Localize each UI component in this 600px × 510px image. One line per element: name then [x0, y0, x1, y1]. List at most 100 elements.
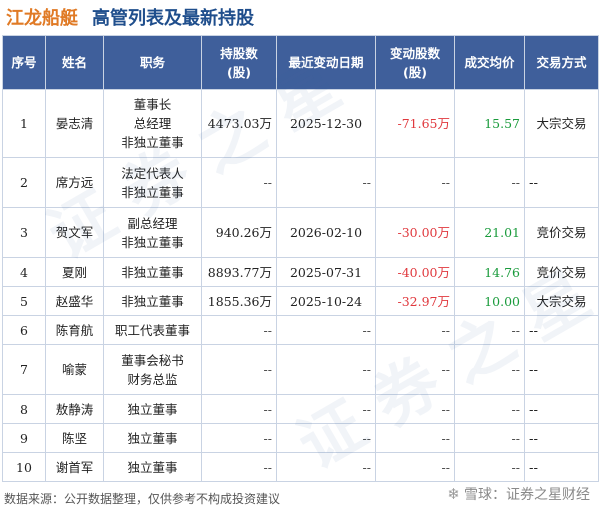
trade-method: 大宗交易 — [524, 286, 599, 316]
shares-held: -- — [201, 452, 277, 482]
latest-change-date: 2025-10-24 — [276, 286, 376, 316]
trade-method: -- — [524, 394, 599, 424]
table-row: 10 谢首军 独立董事 -- -- -- -- -- — [2, 452, 599, 482]
position-label: 非独立董事 — [121, 135, 184, 150]
shares-held: 940.26万 — [201, 207, 277, 258]
latest-change-date: 2026-02-10 — [276, 207, 376, 258]
position-label: 董事长 — [133, 97, 172, 112]
latest-change-date: 2025-07-31 — [276, 257, 376, 287]
trade-method: 大宗交易 — [524, 89, 599, 158]
executive-positions: 非独立董事 — [103, 286, 202, 316]
position-label: 非独立董事 — [121, 293, 184, 309]
latest-change-date: -- — [276, 157, 376, 208]
row-number: 5 — [2, 286, 46, 316]
executive-name: 赵盛华 — [45, 286, 104, 316]
shares-changed: -71.65万 — [375, 89, 455, 158]
position-label: 董事会秘书 — [121, 352, 184, 368]
position-label: 非独立董事 — [121, 234, 184, 250]
executive-positions: 董事会秘书 财务总监 — [103, 344, 202, 395]
shares-changed: -- — [375, 157, 455, 208]
avg-price: -- — [454, 157, 525, 208]
shares-changed: -- — [375, 344, 455, 395]
position-label: 独立董事 — [127, 459, 178, 475]
shares-held: 4473.03万 — [201, 89, 277, 158]
shares-held: 8893.77万 — [201, 257, 277, 287]
avg-price: -- — [454, 344, 525, 395]
table-row: 4 夏刚 非独立董事 8893.77万 2025-07-31 -40.00万 14.76 竞价… — [2, 257, 599, 287]
trade-method: 竞价交易 — [524, 207, 599, 258]
executive-positions: 独立董事 — [103, 452, 202, 482]
row-number: 10 — [2, 452, 46, 482]
executive-positions: 非独立董事 — [103, 257, 202, 287]
table-row: 1 晏志清 董事长 总经理 非独立董事 4473.03万 2025-12-30 -71.65万… — [2, 89, 599, 158]
executive-positions: 独立董事 — [103, 423, 202, 453]
column-header-col-no: 序号 — [2, 35, 46, 90]
position-label: 独立董事 — [127, 401, 178, 417]
executive-name: 敖静涛 — [45, 394, 104, 424]
executive-name: 夏刚 — [45, 257, 104, 287]
brand-mark: ❄ 雪球：证券之星财经 — [447, 484, 590, 504]
executive-name: 喻蒙 — [45, 344, 104, 395]
shares-changed: -- — [375, 423, 455, 453]
position-label: 副总经理 — [127, 215, 178, 231]
column-header-col-date: 最近变动日期 — [276, 35, 376, 90]
row-number: 3 — [2, 207, 46, 258]
row-number: 9 — [2, 423, 46, 453]
latest-change-date: -- — [276, 452, 376, 482]
table-header-row: 序号 姓名 职务 持股数 (股) 最近变动日期 变动股数 (股) 成交均价 交易方式 — [2, 35, 599, 90]
table-row: 3 贺文军 副总经理非独立董事 940.26万 2026-02-10 -30.00万 21.… — [2, 207, 599, 258]
avg-price: -- — [454, 315, 525, 345]
position-label: 法定代表人 — [121, 165, 184, 181]
position-label: 财务总监 — [127, 371, 178, 387]
column-header-col-shares: 持股数 (股) — [201, 35, 277, 90]
executive-name: 贺文军 — [45, 207, 104, 258]
shares-held: 1855.36万 — [201, 286, 277, 316]
page-header: 江龙船艇 高管列表及最新持股 — [6, 2, 254, 32]
row-number: 8 — [2, 394, 46, 424]
column-header-col-change: 变动股数 (股) — [375, 35, 455, 90]
trade-method: -- — [524, 423, 599, 453]
row-number: 1 — [2, 89, 46, 158]
table-row: 7 喻蒙 董事会秘书 财务总监 -- -- -- -- -- — [2, 344, 599, 395]
column-header-col-method: 交易方式 — [524, 35, 599, 90]
executive-name: 谢首军 — [45, 452, 104, 482]
executive-positions: 董事长总经理非独立董事 — [103, 89, 202, 158]
executive-name: 陈坚 — [45, 423, 104, 453]
brand-text: 雪球：证券之星财经 — [464, 487, 590, 503]
position-label: 非独立董事 — [121, 184, 184, 200]
shares-changed: -40.00万 — [375, 257, 455, 287]
shares-held: -- — [201, 423, 277, 453]
latest-change-date: -- — [276, 394, 376, 424]
table-row: 6 陈育航 职工代表董事 -- -- -- -- -- — [2, 315, 599, 345]
avg-price: 21.01 — [454, 207, 525, 258]
column-header-col-price: 成交均价 — [454, 35, 525, 90]
shares-held: -- — [201, 315, 277, 345]
position-label: 总经理 — [133, 116, 172, 131]
latest-change-date: -- — [276, 315, 376, 345]
executive-positions: 法定代表人非独立董事 — [103, 157, 202, 208]
executive-name: 席方远 — [45, 157, 104, 208]
row-number: 2 — [2, 157, 46, 208]
position-label: 独立董事 — [127, 430, 178, 446]
data-source-note: 数据来源：公开数据整理，仅供参考不构成投资建议 — [4, 492, 281, 506]
trade-method: -- — [524, 344, 599, 395]
executive-name: 晏志清 — [45, 89, 104, 158]
shares-changed: -32.97万 — [375, 286, 455, 316]
shares-held: -- — [201, 394, 277, 424]
shares-changed: -- — [375, 452, 455, 482]
column-header-col-position: 职务 — [103, 35, 202, 90]
avg-price: -- — [454, 423, 525, 453]
shares-held: -- — [201, 157, 277, 208]
table-row: 8 敖静涛 独立董事 -- -- -- -- -- — [2, 394, 599, 424]
table-row: 2 席方远 法定代表人 非独立董事 -- -- -- -- -- — [2, 157, 599, 208]
executive-table: 序号 姓名 职务 持股数 (股) 最近变动日期 变动股数 (股) 成交均价 交易方式 1 晏志清 董事… — [2, 35, 599, 482]
shares-changed: -30.00万 — [375, 207, 455, 258]
page-title: 高管列表及最新持股 — [92, 8, 254, 29]
company-name: 江龙船艇 — [6, 8, 78, 29]
trade-method: -- — [524, 315, 599, 345]
avg-price: 14.76 — [454, 257, 525, 287]
trade-method: -- — [524, 452, 599, 482]
executive-positions: 独立董事 — [103, 394, 202, 424]
trade-method: 竞价交易 — [524, 257, 599, 287]
avg-price: 15.57 — [454, 89, 525, 158]
